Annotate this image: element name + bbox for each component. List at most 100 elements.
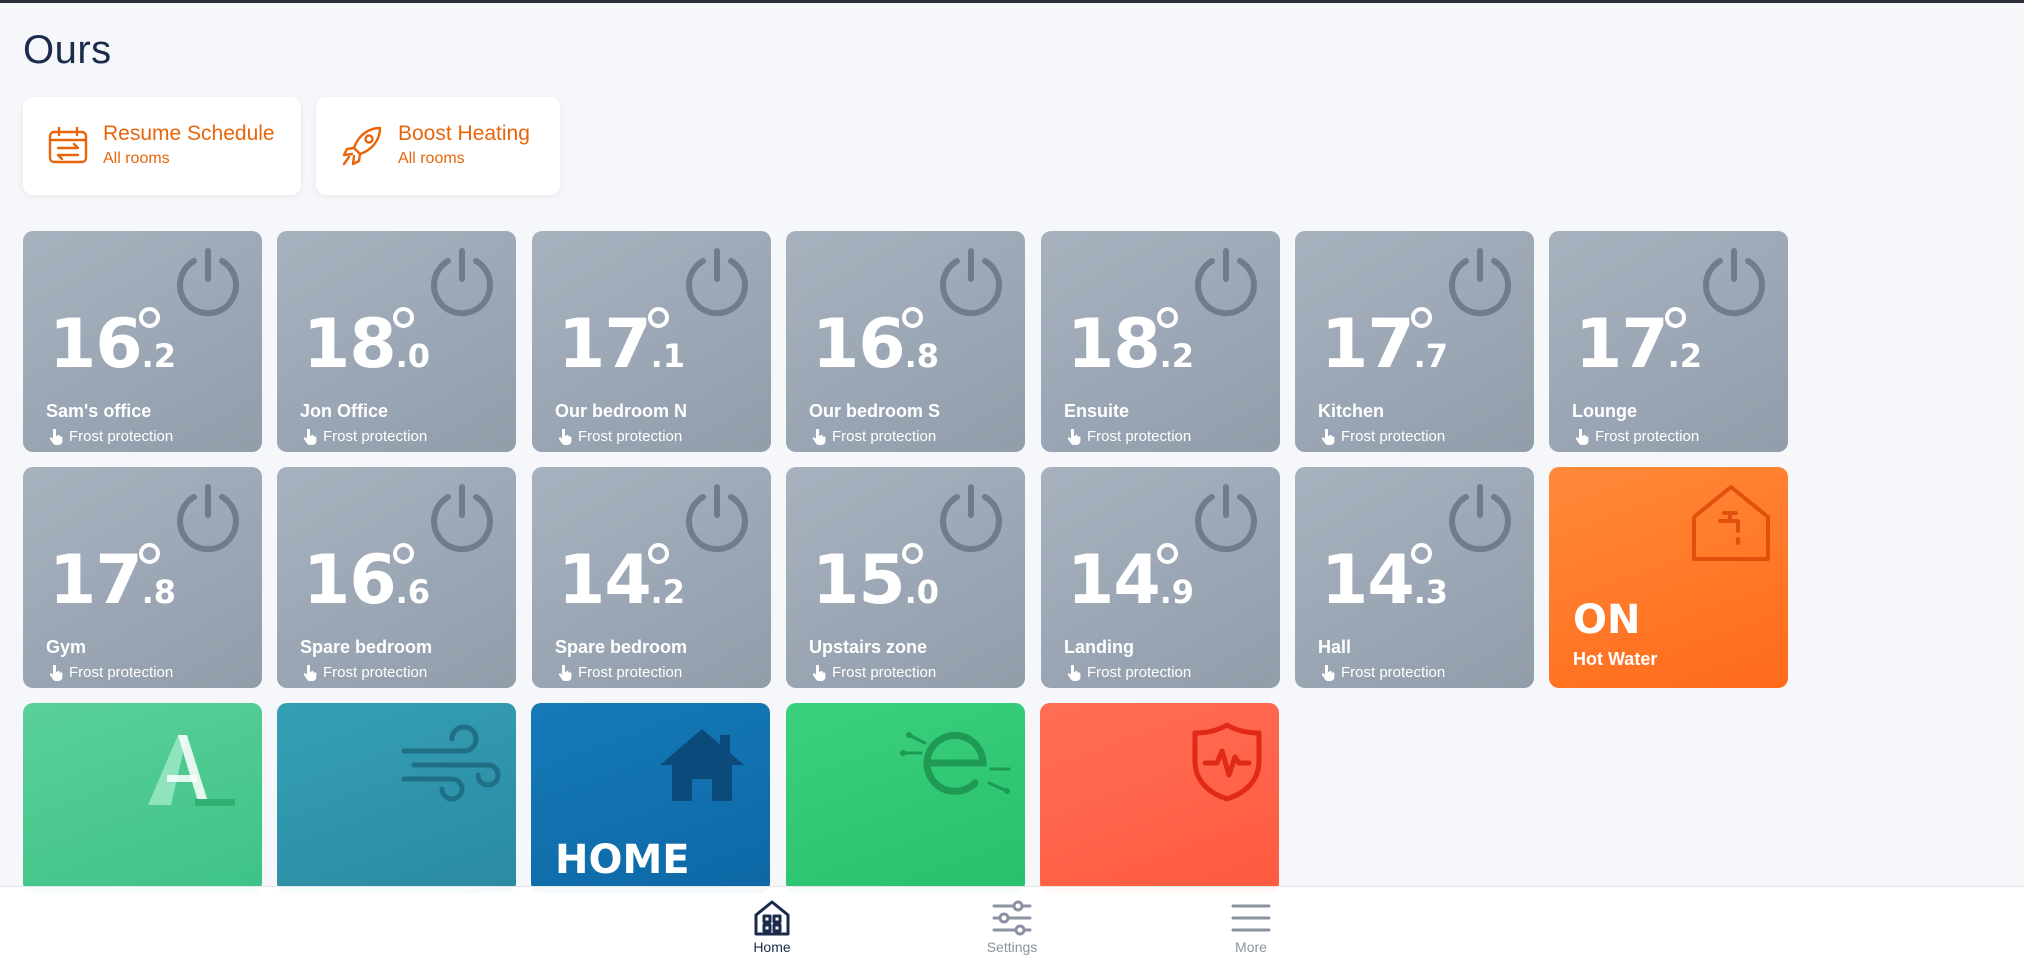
power-icon[interactable] [426,247,498,319]
room-temperature: 14.3 [1321,541,1448,620]
room-mode: Frost protection [303,428,427,445]
room-temperature: 16.6 [303,541,430,620]
power-icon[interactable] [1190,247,1262,319]
power-icon[interactable] [935,247,1007,319]
hot-water-state: ON [1573,597,1641,643]
room-name: Upstairs zone [809,637,928,657]
room-tile[interactable]: 14.2 Spare bedroom Frost protection [532,467,771,688]
room-mode-label: Frost protection [832,428,937,445]
room-name: Our bedroom S [809,401,941,421]
hand-pointer-icon [558,664,572,681]
degree-symbol [1157,543,1178,564]
hand-pointer-icon [558,428,572,445]
hand-pointer-icon [1321,664,1335,681]
room-temperature: 14.9 [1067,541,1194,620]
room-mode-label: Frost protection [69,428,174,445]
room-mode: Frost protection [1067,428,1191,445]
temperature-decimal: .2 [141,337,177,375]
room-name: Ensuite [1064,401,1130,421]
room-temperature: 18.0 [303,305,430,384]
room-mode: Frost protection [1067,664,1191,681]
boost-heating-button[interactable]: Boost Heating All rooms [316,97,560,195]
room-tile[interactable]: 14.3 Hall Frost protection [1295,467,1534,688]
room-tile[interactable]: 17.8 Gym Frost protection [23,467,262,688]
bottom-navigation: Home Settings More [0,886,2024,964]
room-tile[interactable]: 17.7 Kitchen Frost protection [1295,231,1534,452]
room-mode: Frost protection [1321,428,1445,445]
temperature-integer: 16 [49,305,143,384]
energy-tile[interactable] [786,703,1025,893]
room-tile[interactable]: 17.2 Lounge Frost protection [1549,231,1788,452]
room-mode-label: Frost protection [69,664,174,681]
temperature-decimal: .6 [395,573,431,611]
power-icon[interactable] [681,483,753,555]
room-tile[interactable]: 17.1 Our bedroom N Frost protection [532,231,771,452]
room-tile[interactable]: 14.9 Landing Frost protection [1041,467,1280,688]
temperature-integer: 17 [1321,305,1415,384]
nav-settings[interactable]: Settings [962,887,1062,964]
temperature-decimal: .8 [141,573,177,611]
hand-pointer-icon [1575,428,1589,445]
room-name: Lounge [1572,401,1637,421]
power-icon[interactable] [1444,247,1516,319]
hand-pointer-icon [49,428,63,445]
e-logo-icon [900,731,1011,795]
resume-schedule-label: Resume Schedule [103,122,275,145]
home-label: HOME [555,837,690,883]
room-temperature: 16.8 [812,305,939,384]
power-icon[interactable] [935,483,1007,555]
room-mode: Frost protection [1575,428,1699,445]
room-tile[interactable]: 16.2 Sam's office Frost protection [23,231,262,452]
room-tile[interactable]: 18.0 Jon Office Frost protection [277,231,516,452]
room-mode: Frost protection [49,664,173,681]
room-mode: Frost protection [558,664,682,681]
hand-pointer-icon [303,428,317,445]
temperature-decimal: .2 [650,573,686,611]
hot-water-label: Hot Water [1573,649,1658,669]
temperature-decimal: .9 [1159,573,1195,611]
degree-symbol [1157,307,1178,328]
temperature-decimal: .8 [904,337,940,375]
room-tile[interactable]: 15.0 Upstairs zone Frost protection [786,467,1025,688]
hand-pointer-icon [1067,664,1081,681]
room-mode-label: Frost protection [323,428,428,445]
nav-settings-label: Settings [986,939,1038,955]
house-tap-icon [1692,485,1770,561]
security-tile[interactable] [1040,703,1279,893]
room-temperature: 17.7 [1321,305,1448,384]
degree-symbol [1411,307,1432,328]
power-icon[interactable] [681,247,753,319]
hot-water-tile[interactable]: ON Hot Water [1549,467,1788,688]
power-icon[interactable] [426,483,498,555]
temperature-integer: 18 [1067,305,1161,384]
room-name: Gym [46,637,87,657]
nav-more[interactable]: More [1201,887,1301,964]
room-mode-label: Frost protection [578,428,683,445]
ventilation-tile[interactable] [277,703,516,893]
temperature-decimal: .0 [904,573,940,611]
room-tile[interactable]: 18.2 Ensuite Frost protection [1041,231,1280,452]
hand-pointer-icon [303,664,317,681]
power-icon[interactable] [1190,483,1262,555]
room-tile[interactable]: 16.6 Spare bedroom Frost protection [277,467,516,688]
degree-symbol [902,543,923,564]
home-tile[interactable]: HOME [531,703,770,893]
room-mode: Frost protection [49,428,173,445]
nav-home[interactable]: Home [722,887,822,964]
power-icon[interactable] [172,247,244,319]
a-logo-icon [148,735,235,806]
power-icon[interactable] [172,483,244,555]
hand-pointer-icon [49,664,63,681]
room-tile[interactable]: 16.8 Our bedroom S Frost protection [786,231,1025,452]
wind-icon [401,724,501,802]
room-temperature: 18.2 [1067,305,1194,384]
a-app-tile[interactable] [23,703,262,893]
room-mode: Frost protection [303,664,427,681]
shield-pulse-icon [1192,722,1262,802]
power-icon[interactable] [1444,483,1516,555]
temperature-integer: 17 [558,305,652,384]
temperature-decimal: .7 [1413,337,1449,375]
power-icon[interactable] [1698,247,1770,319]
hand-pointer-icon [1067,428,1081,445]
resume-schedule-button[interactable]: Resume Schedule All rooms [23,97,301,195]
